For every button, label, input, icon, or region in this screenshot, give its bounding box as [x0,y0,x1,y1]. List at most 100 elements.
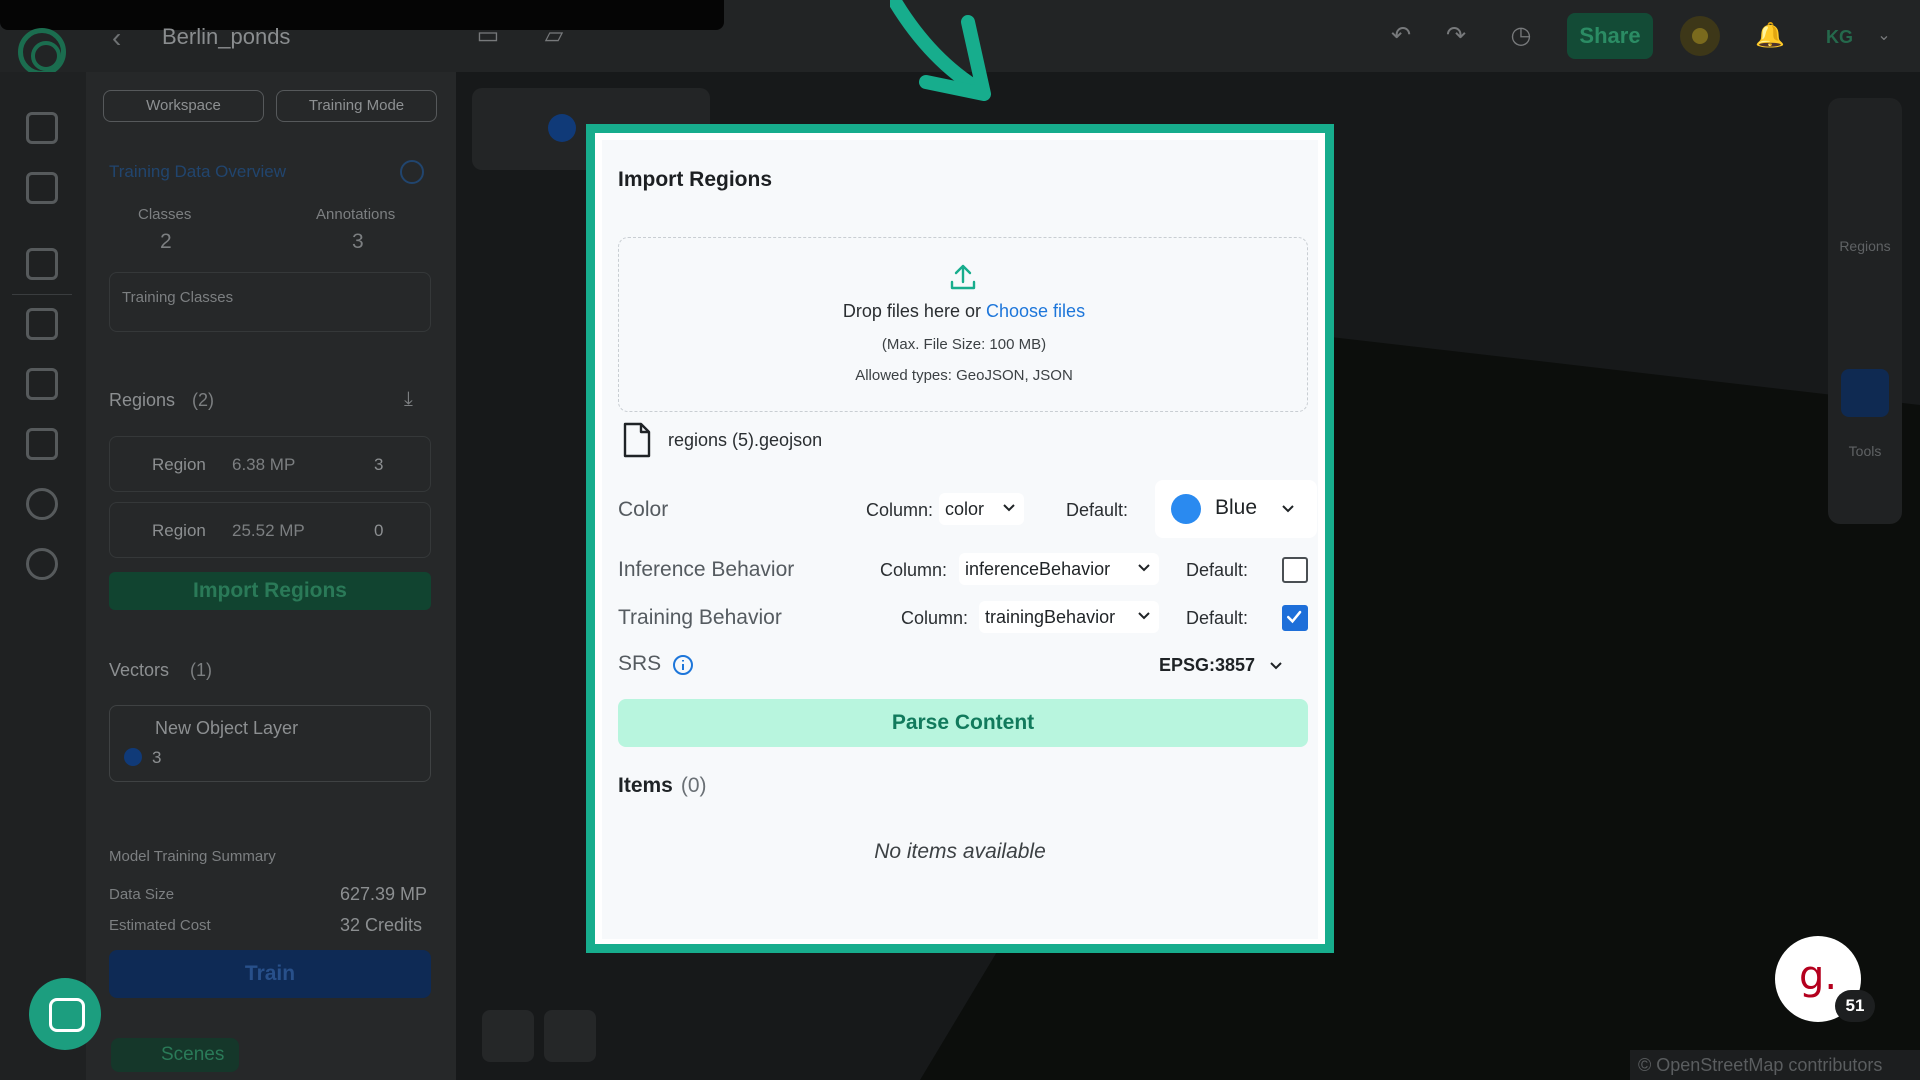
database-icon[interactable] [26,368,58,400]
tools-label: Tools [1848,443,1882,459]
regions-title: Regions [109,390,176,410]
download-icon[interactable]: ⤓ [404,388,413,411]
region-row[interactable]: Region 25.52 MP 0 [109,502,431,558]
inference-column-value: inferenceBehavior [965,559,1111,579]
vector-layer-card[interactable]: New Object Layer 3 [109,705,431,782]
summary-title: Model Training Summary [109,848,276,865]
info-icon[interactable] [672,654,694,676]
srs-select[interactable]: EPSG:3857 [1159,655,1282,676]
training-column-select[interactable]: trainingBehavior [979,601,1159,633]
training-mode-tab[interactable]: Training Mode [276,90,437,122]
srs-label: SRS [618,652,662,675]
map-attribution: © OpenStreetMap contributors [1630,1050,1920,1080]
folder-pin-icon[interactable] [26,248,58,280]
est-cost-label: Estimated Cost [109,917,211,934]
bell-icon[interactable]: 🔔 [1754,20,1786,52]
theme-toggle-icon[interactable] [1680,16,1720,56]
back-chevron-icon[interactable]: ‹ [112,22,121,54]
left-rail [0,72,86,1080]
globe-icon[interactable] [26,548,58,580]
regions-tools-label: Regions [1839,238,1891,254]
share-button[interactable]: Share [1567,13,1653,59]
history-icon[interactable]: ◷ [1505,20,1537,52]
chevron-down-icon [1138,564,1150,572]
undo-icon[interactable]: ↶ [1385,20,1417,52]
layer-color-dot[interactable] [548,114,576,142]
classes-label: Classes [138,206,192,223]
inference-default-label: Default: [1186,560,1249,580]
empty-state: No items available [874,840,1046,863]
dashboard-icon[interactable] [26,112,58,144]
workspace-tab[interactable]: Workspace [103,90,264,122]
train-button[interactable]: Train [109,950,431,998]
region-count: 0 [374,521,384,540]
app-logo[interactable] [18,28,66,76]
layer-color-dot [124,748,142,766]
training-classes-select[interactable]: Training Classes [109,272,431,332]
modal-title: Import Regions [618,168,773,191]
map-icon[interactable] [26,428,58,460]
annotations-value: 3 [352,230,364,253]
color-column-label: Column: [866,500,934,520]
redo-icon[interactable]: ↷ [1440,20,1472,52]
allowed-types: Allowed types: GeoJSON, JSON [855,367,1073,384]
region-count: 3 [374,455,384,474]
save-icon[interactable]: ▭ [472,20,504,52]
layers-icon[interactable] [544,1010,596,1062]
region-size: 6.38 MP [232,455,296,474]
scenes-button[interactable]: Scenes [111,1038,239,1072]
project-title: Berlin_ponds [162,24,291,49]
drop-text: Drop files here [842,301,960,321]
training-default-checkbox[interactable] [1282,605,1308,631]
file-name: regions (5).geojson [668,430,823,450]
import-regions-modal: Import Regions Drop files here or Choose… [602,140,1318,939]
rail-divider [12,294,72,295]
training-column-value: trainingBehavior [985,607,1116,627]
color-label: Color [618,498,669,521]
max-file-size: (Max. File Size: 100 MB) [881,336,1047,353]
chevron-down-icon [1270,662,1282,670]
user-avatar[interactable]: KG [1826,22,1860,52]
chevron-down-icon [1003,504,1015,512]
default-color-select[interactable]: Blue [1155,480,1317,538]
right-toolbar: Regions Tools [1828,98,1902,524]
vector-layer-count: 3 [152,748,162,767]
vector-layer-name: New Object Layer [155,718,299,738]
location-pin-icon[interactable] [482,1010,534,1062]
chat-support-icon[interactable] [29,978,101,1050]
parse-content-button[interactable]: Parse Content [618,699,1308,747]
training-classes-placeholder: Training Classes [122,289,234,306]
basketball-icon[interactable] [26,488,58,520]
data-size-label: Data Size [109,886,175,903]
inference-column-select[interactable]: inferenceBehavior [959,553,1159,585]
info-icon[interactable] [400,160,424,184]
choose-files-link[interactable]: Choose files [986,301,1085,321]
data-size-value: 627.39 MP [340,884,428,904]
classes-value: 2 [160,230,172,253]
vectors-title: Vectors [109,660,170,680]
items-heading: Items (0) [618,774,707,798]
est-cost-value: 32 Credits [340,915,423,935]
import-regions-modal-frame: Import Regions Drop files here or Choose… [586,124,1334,953]
assistant-badge-count: 51 [1835,990,1875,1022]
blue-swatch [1171,494,1201,524]
cart-icon[interactable] [26,172,58,204]
file-dropzone[interactable]: Drop files here or Choose files (Max. Fi… [618,237,1308,412]
annotations-label: Annotations [316,206,396,223]
region-select-tool-icon[interactable] [1841,369,1889,417]
region-label: Region [152,521,206,540]
training-behavior-label: Training Behavior [618,606,782,629]
import-regions-button[interactable]: Import Regions [109,572,431,610]
or-text: or [964,301,981,321]
robot-icon[interactable] [26,308,58,340]
default-color-value: Blue [1215,496,1258,519]
chevron-down-icon [1138,612,1150,620]
inference-default-checkbox[interactable] [1282,557,1308,583]
annotation-arrow-icon [890,0,991,101]
checkmark-icon [1286,610,1302,624]
region-row[interactable]: Region 6.38 MP 3 [109,436,431,492]
regions-count: (2) [192,390,214,410]
color-column-select[interactable]: color [939,493,1024,525]
folder-icon[interactable]: ▱ [538,20,570,52]
chevron-down-icon[interactable]: ⌄ [1868,20,1900,52]
